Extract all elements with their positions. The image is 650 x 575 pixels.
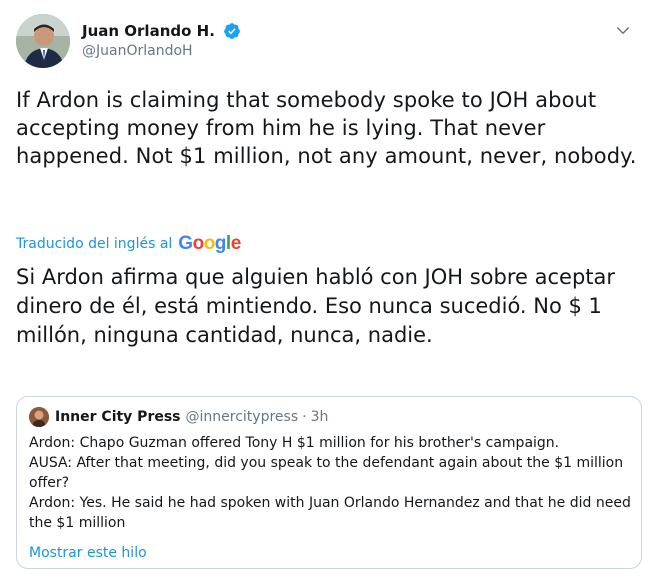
google-letter: G xyxy=(178,233,193,254)
google-letter: g xyxy=(214,233,227,254)
verified-badge-icon xyxy=(224,22,240,39)
author-handle[interactable]: @JuanOrlandoH xyxy=(82,43,241,59)
google-logo: Google xyxy=(178,233,242,255)
separator-dot: · xyxy=(302,409,307,425)
google-letter: e xyxy=(230,233,242,254)
quoted-tweet-header: Inner City Press @innercitypress · 3h xyxy=(29,407,328,427)
show-thread-link[interactable]: Mostrar este hilo xyxy=(29,545,147,561)
author-photo xyxy=(16,14,70,68)
quoted-author-photo xyxy=(29,407,49,427)
quoted-author-handle: @innercitypress xyxy=(185,409,299,425)
quoted-tweet-line: AUSA: After that meeting, did you speak … xyxy=(29,455,624,491)
quoted-tweet-body: Ardon: Chapo Guzman offered Tony H $1 mi… xyxy=(29,433,633,533)
google-letter: o xyxy=(192,233,205,254)
quoted-tweet-line: Ardon: Yes. He said he had spoken with J… xyxy=(29,495,631,531)
chevron-down-icon[interactable] xyxy=(614,22,632,40)
translation-label: Traducido del inglés al xyxy=(16,236,173,252)
quoted-author-avatar xyxy=(29,407,49,427)
quoted-tweet-line: Ardon: Chapo Guzman offered Tony H $1 mi… xyxy=(29,435,560,451)
tweet-card: Juan Orlando H. @JuanOrlandoH If Ardon i… xyxy=(0,0,650,575)
author-names: Juan Orlando H. @JuanOrlandoH xyxy=(82,20,241,59)
author-avatar[interactable] xyxy=(16,14,70,68)
tweet-text: If Ardon is claiming that somebody spoke… xyxy=(16,88,637,168)
author-display-name[interactable]: Juan Orlando H. xyxy=(82,22,215,40)
quoted-tweet-time[interactable]: 3h xyxy=(311,409,329,425)
translated-text: Si Ardon afirma que alguien habló con JO… xyxy=(16,265,616,347)
google-letter: o xyxy=(203,233,216,254)
translation-attribution[interactable]: Traducido del inglés al Google xyxy=(16,233,242,255)
tweet-header: Juan Orlando H. @JuanOrlandoH xyxy=(16,12,636,72)
quoted-tweet[interactable]: Inner City Press @innercitypress · 3h Ar… xyxy=(16,396,642,569)
quoted-author-name: Inner City Press xyxy=(55,409,181,425)
